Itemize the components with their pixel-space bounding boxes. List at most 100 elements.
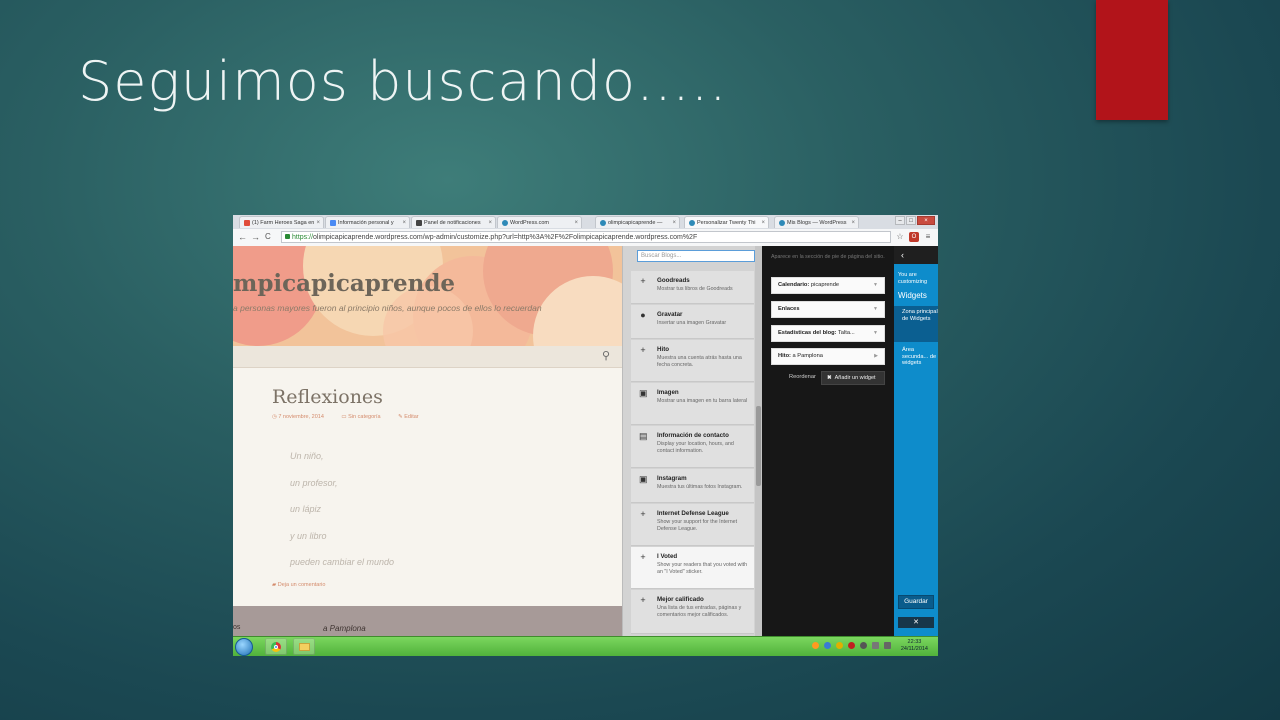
- widget-name: I Voted: [657, 553, 678, 560]
- scrollbar-thumb[interactable]: [756, 406, 761, 486]
- clock-date: 24/11/2014: [900, 646, 928, 652]
- system-clock[interactable]: 22:33 24/11/2014: [901, 639, 928, 653]
- back-arrow-icon[interactable]: ←: [238, 232, 247, 242]
- post-category[interactable]: ▭ Sin categoría: [341, 414, 388, 420]
- footer-widget-text: a Pamplona: [323, 624, 366, 633]
- add-widget-label: Añadir un widget: [834, 375, 876, 381]
- widget-description: Show your readers that you voted with an…: [657, 562, 748, 575]
- available-widgets-panel: Buscar Blogs... + Goodreads Mostrar tus …: [622, 246, 763, 636]
- close-x-icon: ✖: [827, 375, 832, 381]
- tab-close-icon[interactable]: ×: [851, 217, 855, 228]
- widget-calendario[interactable]: Calendario: picaprende ▼: [771, 277, 885, 294]
- widget-item-contacto[interactable]: ▤ Información de contacto Display your l…: [631, 426, 754, 468]
- widget-description: Una lista de tus entradas, páginas y com…: [657, 605, 742, 618]
- tab-farm-heroes[interactable]: (1) Farm Heroes Saga en ×: [239, 216, 324, 228]
- post-date[interactable]: ◷ 7 noviembre, 2014: [272, 414, 332, 420]
- minimize-button[interactable]: –: [895, 216, 905, 225]
- back-chevron-icon[interactable]: ‹: [894, 246, 938, 264]
- tab-label: olimpicapicaprende —: [608, 220, 663, 226]
- wordpress-icon: [600, 219, 606, 226]
- folder-icon: [299, 643, 310, 651]
- start-button[interactable]: [235, 638, 253, 656]
- chevron-down-icon[interactable]: ▼: [873, 302, 878, 317]
- tab-close-icon[interactable]: ×: [488, 217, 492, 228]
- widget-area-panel: Aparece en la sección de pie de página d…: [762, 246, 894, 636]
- url-protocol: https://: [292, 234, 314, 241]
- opera-extension-icon[interactable]: O: [909, 232, 919, 242]
- chevron-right-icon[interactable]: ▶: [874, 349, 878, 364]
- widget-enlaces[interactable]: Enlaces ▼: [771, 301, 885, 318]
- tray-icon[interactable]: [836, 642, 843, 649]
- chevron-down-icon[interactable]: ▼: [873, 326, 878, 341]
- google-icon: [330, 219, 336, 226]
- tab-label: Personalizar Twenty Thi: [697, 220, 756, 226]
- tab-close-icon[interactable]: ×: [672, 217, 676, 228]
- widget-item-internet-defense-league[interactable]: + Internet Defense League Show your supp…: [631, 504, 754, 546]
- footer-fragment: os: [233, 624, 241, 631]
- tab-olimpicapicaprende[interactable]: olimpicapicaprende — ×: [595, 216, 680, 228]
- widget-item-mejor-calificado[interactable]: + Mejor calificado Una lista de tus entr…: [631, 590, 754, 634]
- widget-estadisticas[interactable]: Estadísticas del blog: Talta... ▼: [771, 325, 885, 342]
- taskbar-explorer[interactable]: [293, 638, 315, 655]
- tray-icon[interactable]: [848, 642, 855, 649]
- notifications-icon: [416, 219, 422, 226]
- widget-name: Información de contacto: [657, 432, 729, 439]
- address-bar[interactable]: https://olimpicapicaprende.wordpress.com…: [281, 231, 891, 243]
- forward-arrow-icon[interactable]: →: [251, 232, 260, 242]
- widget-title: Estadísticas del blog:: [778, 330, 837, 336]
- volume-icon[interactable]: [884, 642, 891, 649]
- save-button[interactable]: Guardar: [898, 595, 934, 609]
- network-icon[interactable]: [872, 642, 879, 649]
- tab-wordpress-com[interactable]: WordPress.com ×: [497, 216, 582, 228]
- tray-icon[interactable]: [860, 642, 867, 649]
- widget-item-goodreads[interactable]: + Goodreads Mostrar tus libros de Goodre…: [631, 271, 754, 304]
- tab-notificaciones[interactable]: Panel de notificaciones ×: [411, 216, 496, 228]
- tab-close-icon[interactable]: ×: [761, 217, 765, 228]
- search-icon[interactable]: ⚲: [602, 349, 610, 362]
- maximize-button[interactable]: □: [906, 216, 916, 225]
- close-window-button[interactable]: ×: [917, 216, 935, 225]
- reload-icon[interactable]: C: [265, 232, 271, 242]
- url-path: olimpicapicaprende.wordpress.com/wp-admi…: [313, 234, 698, 241]
- taskbar-chrome[interactable]: [265, 638, 287, 655]
- plus-icon: +: [640, 595, 646, 605]
- tab-info-personal[interactable]: Información personal y ×: [325, 216, 410, 228]
- tab-close-icon[interactable]: ×: [316, 217, 320, 228]
- widget-item-hito[interactable]: + Hito Muestra una cuenta atrás hasta un…: [631, 340, 754, 382]
- tray-icon[interactable]: [812, 642, 819, 649]
- chevron-down-icon[interactable]: ▼: [873, 278, 878, 293]
- close-customizer-button[interactable]: ✕: [898, 617, 934, 628]
- image-icon: ▣: [639, 474, 648, 484]
- widget-item-gravatar[interactable]: ● Gravatar Insertar una imagen Gravatar: [631, 305, 754, 339]
- wordpress-icon: [779, 219, 785, 226]
- tab-close-icon[interactable]: ×: [574, 217, 578, 228]
- star-icon[interactable]: ☆: [895, 232, 905, 242]
- site-title[interactable]: mpicapicaprende: [233, 270, 455, 297]
- tab-mis-blogs[interactable]: Mis Blogs — WordPress ×: [774, 216, 859, 228]
- tray-icon[interactable]: [824, 642, 831, 649]
- widget-description: Muestra tus últimas fotos Instagram.: [657, 484, 743, 490]
- add-widget-button[interactable]: ✖ Añadir un widget: [821, 371, 885, 385]
- comments-link[interactable]: ▰ Deja un comentario: [272, 582, 325, 588]
- widget-item-imagen[interactable]: ▣ Imagen Mostrar una imagen en tu barra …: [631, 383, 754, 425]
- post-edit[interactable]: ✎ Editar: [398, 414, 427, 420]
- verse-line: un lápiz: [290, 504, 322, 514]
- widget-list-scrollbar[interactable]: [755, 246, 762, 636]
- clock-time: 22:33: [907, 639, 922, 645]
- widget-item-instagram[interactable]: ▣ Instagram Muestra tus últimas fotos In…: [631, 469, 754, 503]
- post-date-text: 7 noviembre, 2014: [278, 414, 324, 420]
- tab-close-icon[interactable]: ×: [402, 217, 406, 228]
- customizing-label: You are customizing: [898, 272, 928, 285]
- widget-item-i-voted[interactable]: + I Voted Show your readers that you vot…: [631, 547, 754, 589]
- post-title[interactable]: Reflexiones: [272, 386, 383, 408]
- widget-hito[interactable]: Hito: a Pamplona ▶: [771, 348, 885, 365]
- tab-personalizar[interactable]: Personalizar Twenty Thi ×: [684, 216, 769, 228]
- section-area-secundaria[interactable]: Área secunda... de widgets: [894, 344, 938, 378]
- tab-strip: (1) Farm Heroes Saga en × Información per…: [233, 215, 938, 230]
- widget-search-input[interactable]: Buscar Blogs...: [637, 250, 755, 262]
- customizing-section-title: Widgets: [898, 291, 927, 300]
- reorder-link[interactable]: Reordenar: [789, 374, 816, 380]
- section-zona-principal[interactable]: Zona principal de Widgets: [894, 306, 938, 342]
- menu-icon[interactable]: ≡: [923, 232, 933, 242]
- tab-label: (1) Farm Heroes Saga en: [252, 220, 315, 226]
